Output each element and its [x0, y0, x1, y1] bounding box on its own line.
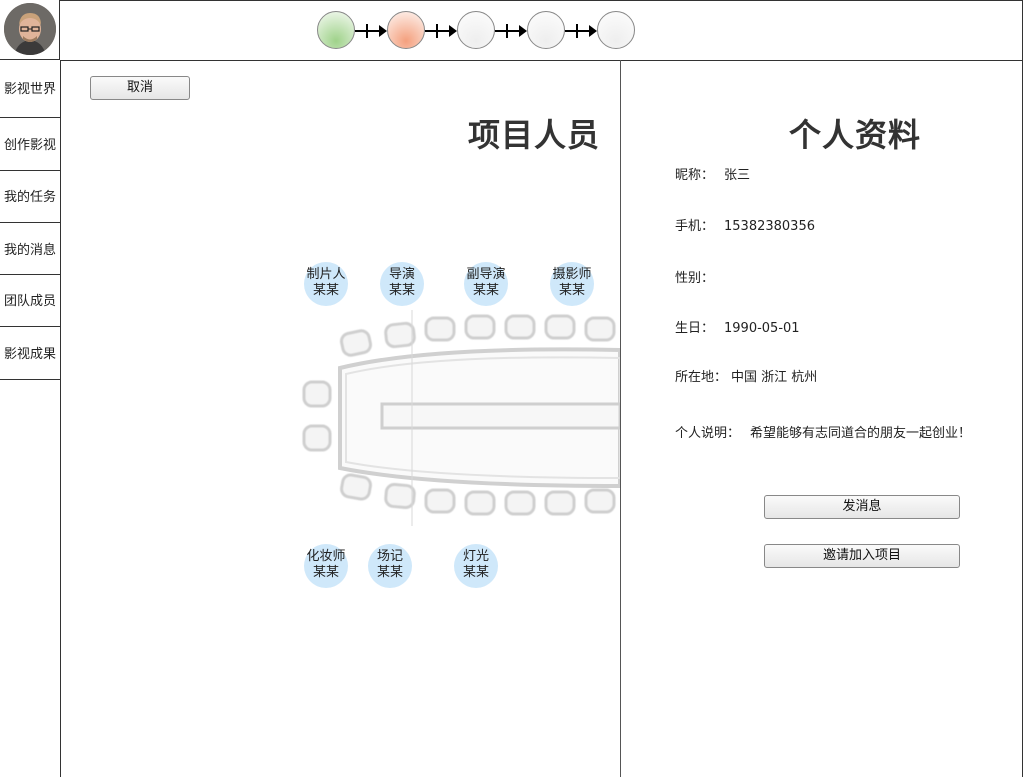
sidebar-item-label: 我的消息: [3, 243, 56, 258]
workflow-step-4-pending[interactable]: [527, 11, 565, 49]
role-title: 摄影师: [552, 267, 592, 282]
sidebar-item-create-film[interactable]: 创作影视: [0, 118, 60, 171]
step-arrow-icon: [355, 25, 387, 37]
workflow-step-3-pending[interactable]: [457, 11, 495, 49]
sidebar-item-film-results[interactable]: 影视成果: [0, 327, 60, 380]
nickname-field: 昵称： 张三: [675, 164, 750, 183]
bio-value: 希望能够有志同道合的朋友一起创业！: [750, 426, 972, 441]
bottom-role-2[interactable]: 场记 某某: [368, 544, 412, 588]
sidebar-item-team-members[interactable]: 团队成员: [0, 275, 60, 327]
step-connector-tick: [436, 24, 438, 38]
role-title: 场记: [376, 549, 403, 564]
top-role-2[interactable]: 导演 某某: [380, 262, 424, 306]
step-connector-tick: [576, 24, 578, 38]
bio-field: 个人说明： 希望能够有志同道合的朋友一起创业！: [675, 422, 971, 441]
nickname-label: 昵称：: [675, 168, 715, 183]
nickname-value: 张三: [724, 168, 751, 183]
sidebar-item-label: 创作影视: [3, 138, 56, 153]
role-title: 导演: [388, 267, 415, 282]
profile-panel: 个人资料 昵称： 张三 手机： 15382380356 性别： 生日： 1990-05…: [621, 60, 1023, 777]
top-bar: [60, 0, 1023, 61]
project-members-panel: 取消 项目人员 制片人 某某 导演 某某 副导演 某某 摄影师某某 化妆师 某某…: [60, 60, 621, 777]
birthday-value: 1990-05-01: [724, 321, 800, 336]
step-connector-tick: [506, 24, 508, 38]
birthday-label: 生日：: [675, 321, 715, 336]
gender-label: 性别：: [675, 271, 715, 286]
user-portrait-icon: [4, 3, 56, 55]
sidebar-item-label: 我的任务: [3, 190, 56, 205]
location-label: 所在地：: [675, 370, 728, 385]
page-title: 项目人员: [468, 116, 601, 154]
avatar-container: [0, 0, 60, 60]
sidebar: 影视世界 创作影视 我的任务 我的消息 团队成员 影视成果: [0, 60, 61, 777]
profile-title: 个人资料: [789, 116, 922, 154]
role-person-name: 某某: [462, 565, 489, 580]
role-title: 化妆师: [306, 549, 346, 564]
top-role-1[interactable]: 制片人 某某: [304, 262, 348, 306]
invite-to-project-button[interactable]: 邀请加入项目: [764, 544, 960, 568]
bottom-role-3[interactable]: 灯光 某某: [454, 544, 498, 588]
sidebar-item-my-tasks[interactable]: 我的任务: [0, 171, 60, 223]
avatar[interactable]: [4, 3, 56, 55]
bio-label: 个人说明：: [675, 426, 741, 441]
phone-value: 15382380356: [724, 219, 815, 234]
role-title: 灯光: [462, 549, 489, 564]
step-arrow-icon: [565, 25, 597, 37]
meeting-table-illustration: [302, 310, 620, 526]
workflow-step-1-done[interactable]: [317, 11, 355, 49]
phone-label: 手机：: [675, 219, 715, 234]
phone-field: 手机： 15382380356: [675, 215, 815, 234]
step-arrow-icon: [425, 25, 457, 37]
sidebar-item-label: 影视成果: [3, 347, 56, 362]
sidebar-item-label: 影视世界: [3, 82, 56, 97]
sidebar-item-label: 团队成员: [3, 294, 56, 309]
role-person-name: 某某: [472, 283, 499, 298]
role-person-name: 某某: [312, 283, 339, 298]
step-connector-tick: [366, 24, 368, 38]
role-person-name: 某某: [312, 565, 339, 580]
role-person-name: 某某: [388, 283, 415, 298]
bottom-role-1[interactable]: 化妆师 某某: [304, 544, 348, 588]
top-role-4[interactable]: 摄影师 某某: [550, 262, 594, 306]
role-title: 制片人: [306, 267, 346, 282]
location-value: 中国 浙江 杭州: [731, 370, 818, 385]
sidebar-item-my-messages[interactable]: 我的消息: [0, 223, 60, 275]
workflow-step-5-pending[interactable]: [597, 11, 635, 49]
role-title: 副导演: [466, 267, 506, 282]
location-field: 所在地： 中国 浙江 杭州: [675, 366, 817, 385]
birthday-field: 生日： 1990-05-01: [675, 317, 800, 336]
sidebar-item-film-world[interactable]: 影视世界: [0, 60, 60, 118]
cancel-button[interactable]: 取消: [90, 76, 190, 100]
workflow-step-2-current[interactable]: [387, 11, 425, 49]
top-role-3[interactable]: 副导演 某某: [464, 262, 508, 306]
role-person-name: 某某: [376, 565, 403, 580]
gender-field: 性别：: [675, 267, 724, 286]
step-arrow-icon: [495, 25, 527, 37]
role-person-name: 某某: [558, 283, 585, 298]
send-message-button[interactable]: 发消息: [764, 495, 960, 519]
